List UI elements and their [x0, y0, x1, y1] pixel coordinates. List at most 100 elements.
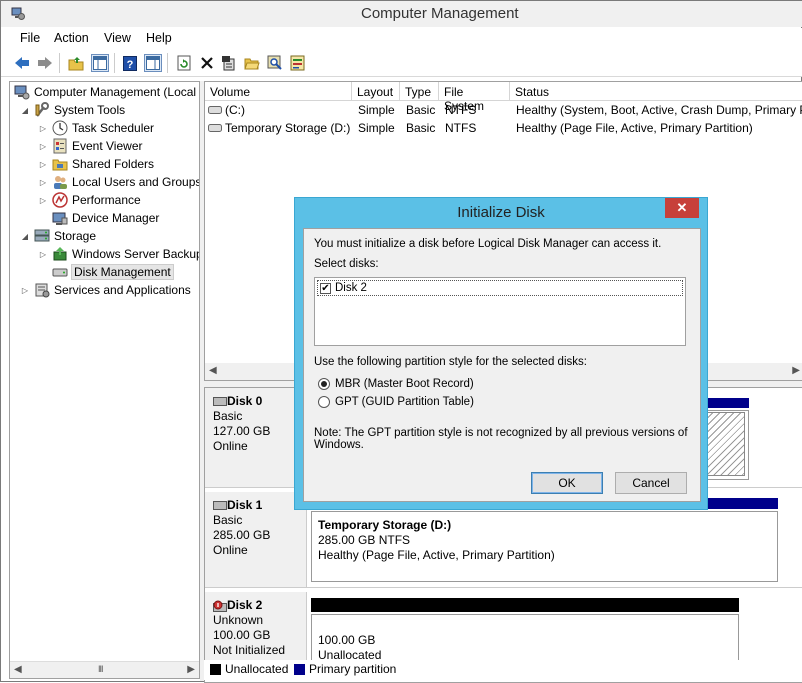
scroll-left-icon[interactable]: ◀ [209, 365, 217, 376]
disk-state: Online [213, 439, 248, 453]
gpt-label[interactable]: GPT (GUID Partition Table) [335, 396, 474, 408]
tree-item-label: Disk Management [71, 264, 174, 280]
expand-arrow-icon[interactable]: ▷ [38, 178, 48, 187]
disk-size: 285.00 GB [213, 528, 271, 542]
expand-arrow-icon[interactable]: ▷ [20, 286, 30, 295]
tree-item-performance[interactable]: ▷ Performance [38, 191, 141, 209]
forward-arrow-icon[interactable] [36, 54, 54, 72]
note-text-line2: Windows. [314, 439, 364, 451]
partition-size: 100.00 GB [318, 633, 376, 647]
column-header-layout[interactable]: Layout [352, 82, 400, 101]
legend: Unallocated Primary partition [204, 660, 802, 680]
tree-item-windows-server-backup[interactable]: ▷ Windows Server Backup [38, 245, 200, 263]
expand-arrow-icon[interactable]: ▷ [38, 250, 48, 259]
disk-error-icon [213, 600, 227, 612]
scroll-left-icon[interactable]: ◀ [14, 664, 22, 675]
open-icon[interactable] [243, 54, 261, 72]
dialog-intro-text: You must initialize a disk before Logica… [314, 238, 662, 250]
hatched-partition[interactable] [705, 412, 745, 476]
refresh-icon[interactable] [175, 54, 193, 72]
mbr-radio[interactable] [318, 378, 330, 390]
disk-row[interactable]: Disk 2 Unknown 100.00 GB Not Initialized… [205, 592, 802, 664]
disk-checkbox[interactable]: ✔ [320, 283, 331, 294]
disk-list-item-label: Disk 2 [335, 282, 367, 294]
event-viewer-icon [53, 138, 67, 154]
tree-item-label: Storage [54, 229, 97, 243]
partition-style-label: Use the following partition style for th… [314, 356, 587, 368]
delete-icon[interactable] [198, 54, 216, 72]
properties-pane-icon[interactable] [144, 54, 162, 72]
tree-item-label: Computer Management (Local [34, 85, 197, 99]
toolbar-separator [167, 53, 168, 73]
column-header-file-system[interactable]: File System [439, 82, 510, 113]
volume-row[interactable]: Temporary Storage (D:) Simple Basic NTFS… [205, 120, 802, 137]
tree-item-services-applications[interactable]: ▷ Services and Applications [20, 281, 191, 299]
expand-arrow-icon[interactable]: ▷ [38, 142, 48, 151]
unallocated-partition[interactable]: 100.00 GB Unallocated [311, 614, 739, 664]
tree-item-task-scheduler[interactable]: ▷ Task Scheduler [38, 119, 154, 137]
scroll-right-icon[interactable]: ▶ [792, 365, 800, 376]
disk-info: Disk 2 Unknown 100.00 GB Not Initialized [205, 592, 307, 662]
partition-bar [703, 398, 749, 408]
scroll-grip[interactable]: III [98, 664, 103, 674]
tree-item-label: System Tools [54, 103, 126, 117]
collapse-arrow-icon[interactable]: ◢ [20, 232, 30, 241]
export-icon[interactable] [289, 54, 307, 72]
tree-item-label: Shared Folders [72, 157, 155, 171]
toolbar-separator [114, 53, 115, 73]
disk-type: Unknown [213, 613, 264, 627]
shared-folder-icon [52, 159, 68, 171]
menu-help[interactable]: Help [146, 31, 172, 45]
volume-status: Healthy (Page File, Active, Primary Part… [516, 121, 753, 135]
scroll-right-icon[interactable]: ▶ [187, 664, 195, 675]
cancel-button[interactable]: Cancel [615, 472, 687, 494]
tree-item-system-tools[interactable]: ◢ System Tools [20, 101, 125, 119]
ok-button[interactable]: OK [531, 472, 603, 494]
tree-item-shared-folders[interactable]: ▷ Shared Folders [38, 155, 154, 173]
disk-name: Disk 1 [227, 498, 263, 512]
expand-arrow-icon[interactable]: ▷ [38, 196, 48, 205]
legend-swatch-unallocated [210, 664, 221, 675]
computer-management-window: Computer Management File Action View Hel… [0, 0, 802, 683]
users-icon [54, 176, 67, 189]
partition-box[interactable]: Temporary Storage (D:) 285.00 GB NTFS He… [311, 511, 778, 582]
close-button[interactable]: ✕ [665, 198, 699, 218]
volume-row[interactable]: (C:) Simple Basic NTFS Healthy (System, … [205, 102, 802, 119]
tree-item-event-viewer[interactable]: ▷ Event Viewer [38, 137, 142, 155]
column-header-volume[interactable]: Volume [205, 82, 352, 101]
partition-size: 285.00 GB NTFS [318, 533, 411, 547]
tree-item-storage[interactable]: ◢ Storage [20, 227, 96, 245]
help-icon[interactable]: ? [121, 54, 139, 72]
disk-select-list[interactable]: ✔ Disk 2 [314, 277, 686, 346]
services-icon [35, 283, 50, 298]
mbr-label[interactable]: MBR (Master Boot Record) [335, 378, 474, 390]
menu-view[interactable]: View [104, 31, 131, 45]
disk-icon [52, 268, 68, 277]
tree-item-device-manager[interactable]: Device Manager [52, 209, 159, 227]
expand-arrow-icon[interactable]: ▷ [38, 124, 48, 133]
tree-item-computer-management[interactable]: Computer Management (Local [14, 83, 196, 101]
column-header-status[interactable]: Status [510, 82, 802, 101]
search-icon[interactable] [266, 54, 284, 72]
expand-arrow-icon[interactable]: ▷ [38, 160, 48, 169]
volume-type: Basic [406, 103, 436, 117]
tree-item-disk-management[interactable]: Disk Management [52, 263, 174, 281]
menu-file[interactable]: File [20, 31, 40, 45]
column-header-type[interactable]: Type [400, 82, 439, 101]
gpt-radio[interactable] [318, 396, 330, 408]
show-hide-tree-icon[interactable] [91, 54, 109, 72]
volume-fs: NTFS [445, 121, 477, 135]
back-arrow-icon[interactable] [13, 54, 31, 72]
disk-size: 127.00 GB [213, 424, 271, 438]
disk-info: Disk 1 Basic 285.00 GB Online [205, 492, 307, 587]
volume-name: (C:) [225, 103, 245, 117]
volume-layout: Simple [358, 103, 395, 117]
collapse-arrow-icon[interactable]: ◢ [20, 106, 30, 115]
tree-item-local-users-groups[interactable]: ▷ Local Users and Groups [38, 173, 199, 191]
disk-list-item[interactable]: ✔ Disk 2 [317, 280, 683, 296]
menu-action[interactable]: Action [54, 31, 89, 45]
up-folder-icon[interactable] [67, 54, 85, 72]
properties-icon[interactable] [220, 54, 238, 72]
tree-horizontal-scrollbar[interactable]: ◀ III ▶ [10, 661, 199, 678]
tree-item-label: Windows Server Backup [72, 247, 200, 261]
